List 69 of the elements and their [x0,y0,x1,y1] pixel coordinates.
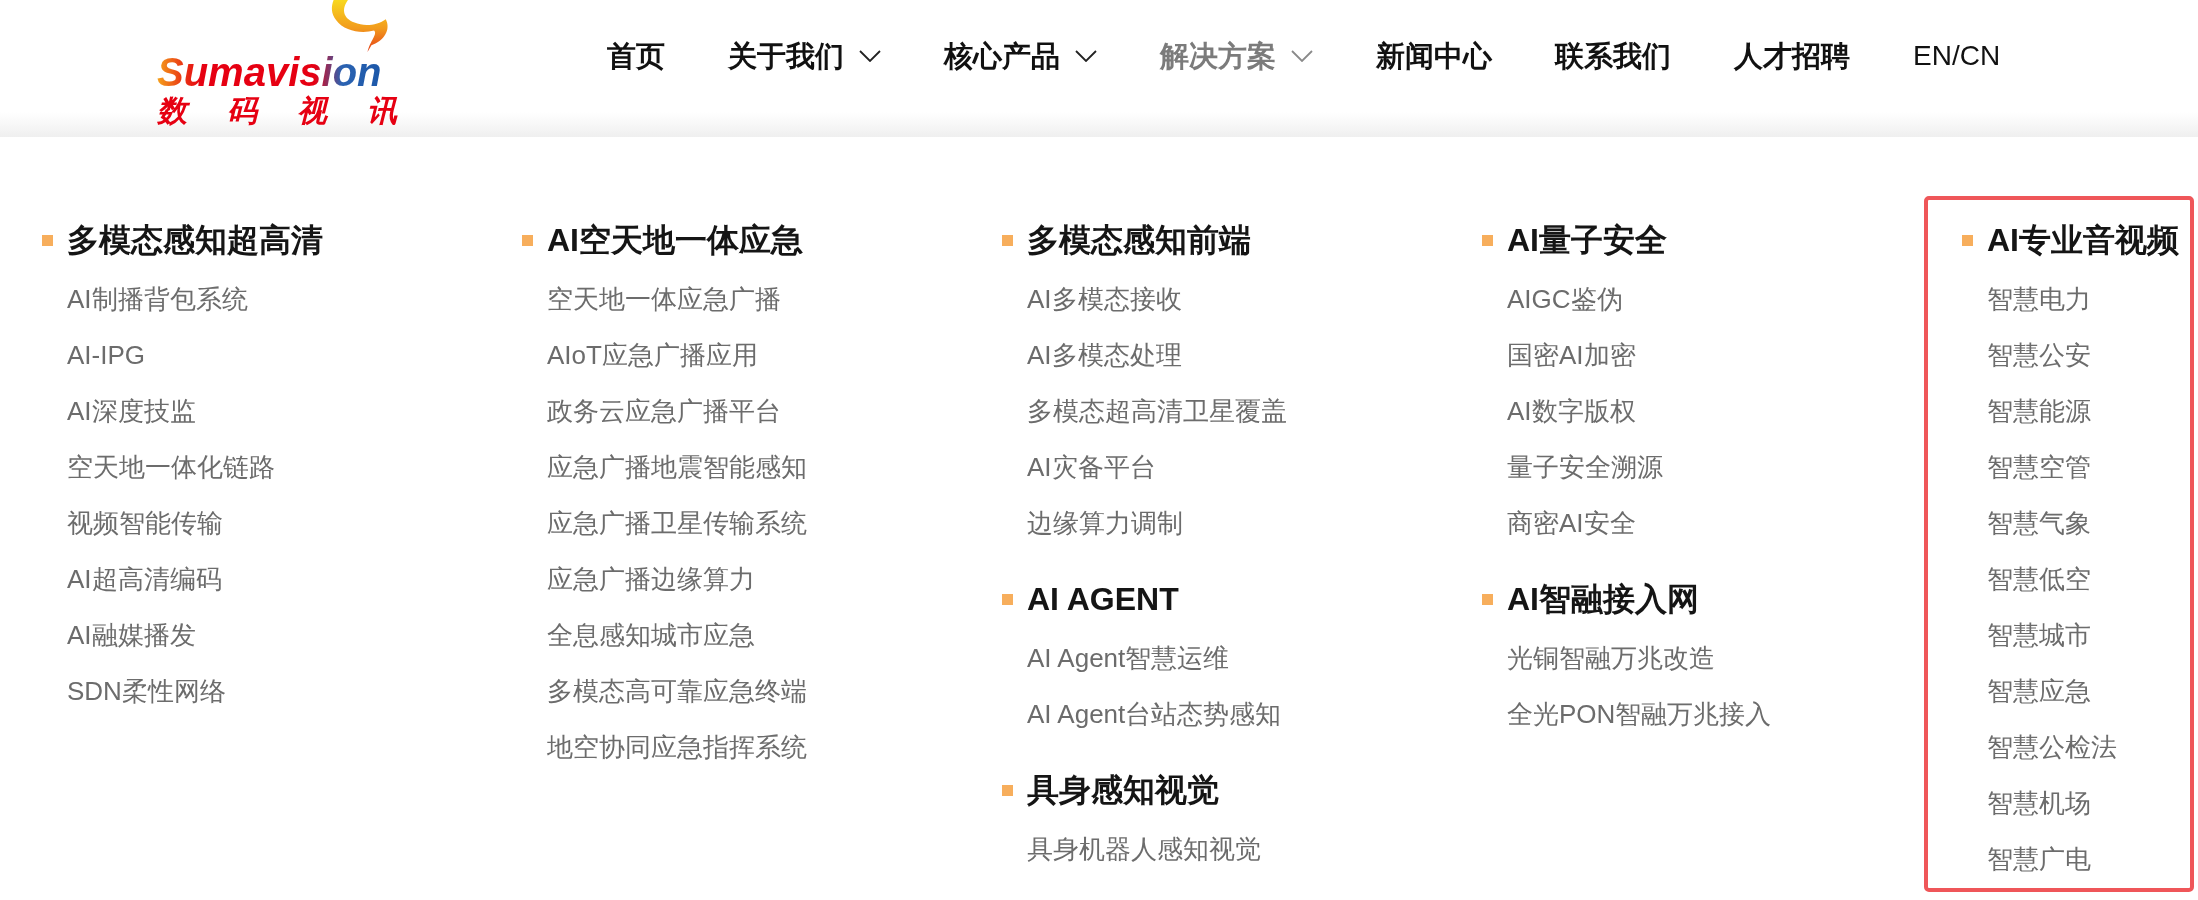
menu-item[interactable]: 政务云应急广播平台 [547,393,781,429]
menu-item[interactable]: 智慧公检法 [1987,729,2117,765]
menu-item[interactable]: 国密AI加密 [1507,337,1636,373]
menu-item[interactable]: AI-IPG [67,337,145,373]
menu-item[interactable]: 地空协同应急指挥系统 [547,729,807,765]
bullet-icon [1482,234,1493,246]
bullet-icon [522,234,533,246]
menu-item[interactable]: AIoT应急广播应用 [547,337,758,373]
nav-link[interactable]: 关于我们 [728,36,881,76]
menu-item[interactable]: 智慧机场 [1987,785,2091,821]
menu-item[interactable]: AI融媒播发 [67,617,196,653]
category-heading[interactable]: 多模态感知超高清 [67,218,323,262]
menu-item[interactable]: AI灾备平台 [1027,449,1156,485]
category-heading[interactable]: AI AGENT [1027,577,1179,621]
bullet-icon [1002,234,1013,246]
menu-item[interactable]: AI数字版权 [1507,393,1636,429]
category-heading[interactable]: AI智融接入网 [1507,577,1699,621]
menu-item[interactable]: AI Agent台站态势感知 [1027,696,1282,732]
menu-item[interactable]: 智慧应急 [1987,673,2091,709]
menu-item[interactable]: 全息感知城市应急 [547,617,755,653]
menu-item[interactable]: 多模态高可靠应急终端 [547,673,807,709]
category-heading[interactable]: AI空天地一体应急 [547,218,803,262]
menu-item[interactable]: 商密AI安全 [1507,505,1636,541]
menu-item[interactable]: 智慧低空 [1987,561,2091,597]
menu-item[interactable]: 空天地一体应急广播 [547,281,781,317]
menu-item[interactable]: 智慧广电 [1987,841,2091,877]
menu-item[interactable]: AI Agent智慧运维 [1027,640,1230,676]
menu-item[interactable]: 具身机器人感知视觉 [1027,831,1261,867]
nav-link[interactable]: 新闻中心 [1376,36,1492,76]
bullet-icon [1002,593,1013,605]
logo-subtitle: 数码视讯 [157,94,397,128]
nav-link[interactable]: 核心产品 [944,36,1097,76]
bullet-icon [1962,234,1973,246]
menu-item[interactable]: 智慧气象 [1987,505,2091,541]
nav-link[interactable]: 联系我们 [1555,36,1671,76]
menu-item[interactable]: 边缘算力调制 [1027,505,1183,541]
menu-item[interactable]: 多模态超高清卫星覆盖 [1027,393,1287,429]
menu-item[interactable]: AI超高清编码 [67,561,222,597]
bullet-icon [42,234,53,246]
menu-item[interactable]: AI多模态接收 [1027,281,1182,317]
menu-item[interactable]: AIGC鉴伪 [1507,281,1623,317]
menu-item[interactable]: 量子安全溯源 [1507,449,1663,485]
nav-link[interactable]: 首页 [607,36,665,76]
menu-item[interactable]: SDN柔性网络 [67,673,226,709]
bullet-icon [1482,593,1493,605]
logo-ribbon-icon [331,0,391,52]
category-heading[interactable]: AI量子安全 [1507,218,1667,262]
menu-item[interactable]: AI深度技监 [67,393,196,429]
menu-item[interactable]: 智慧能源 [1987,393,2091,429]
menu-item[interactable]: 全光PON智融万兆接入 [1507,696,1772,732]
menu-item[interactable]: AI多模态处理 [1027,337,1182,373]
menu-item[interactable]: 应急广播边缘算力 [547,561,755,597]
category-heading[interactable]: AI专业音视频 [1987,218,2179,262]
menu-item[interactable]: 智慧空管 [1987,449,2091,485]
menu-item[interactable]: 应急广播卫星传输系统 [547,505,807,541]
category-heading[interactable]: 多模态感知前端 [1027,218,1251,262]
nav-link[interactable]: 人才招聘 [1734,36,1850,76]
category-heading[interactable]: 具身感知视觉 [1027,768,1219,812]
nav-link[interactable]: 解决方案 [1160,36,1313,76]
menu-item[interactable]: 智慧电力 [1987,281,2091,317]
menu-item[interactable]: 智慧城市 [1987,617,2091,653]
language-switch[interactable]: EN/CN [1913,36,2001,76]
menu-item[interactable]: 视频智能传输 [67,505,223,541]
bullet-icon [1002,784,1013,796]
menu-item[interactable]: 智慧公安 [1987,337,2091,373]
menu-item[interactable]: 应急广播地震智能感知 [547,449,807,485]
menu-item[interactable]: AI制播背包系统 [67,281,248,317]
menu-item[interactable]: 空天地一体化链路 [67,449,275,485]
menu-item[interactable]: 光铜智融万兆改造 [1507,640,1715,676]
